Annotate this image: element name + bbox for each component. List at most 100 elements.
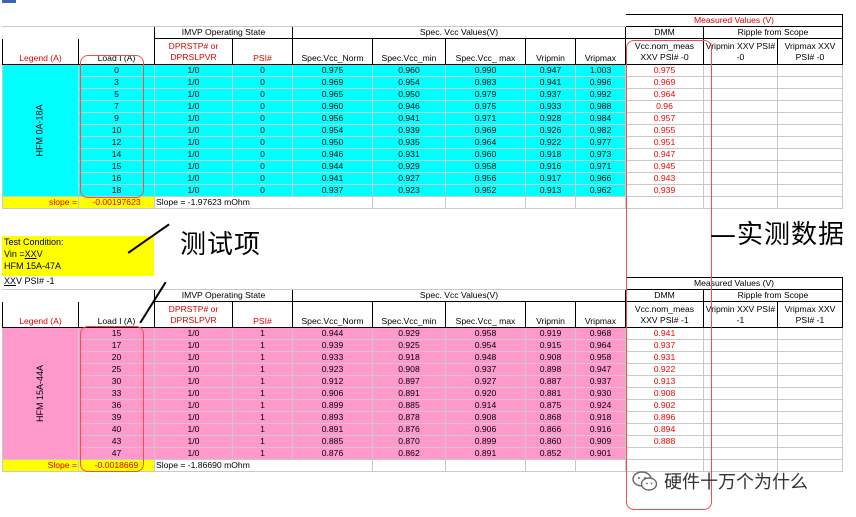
top-dmm-header: DMM <box>625 26 704 39</box>
state-cell: 1/0 <box>154 100 233 113</box>
vcc-max-cell: 0.906 <box>445 423 526 436</box>
ripple-cell <box>777 351 843 364</box>
psi-cell: 1 <box>232 387 293 400</box>
vripmin-cell: 0.908 <box>525 351 576 364</box>
top-group-row: IMVP Operating State Spec. Vcc Values(V)… <box>2 26 843 39</box>
ripple-cell <box>703 339 778 352</box>
bottom-measured-row: Measured Values (V) <box>2 277 843 290</box>
vcc-norm-cell: 0.893 <box>292 411 373 424</box>
psi-cell: 1 <box>232 327 293 340</box>
ripple-cell <box>777 184 843 197</box>
bottom-col-legend: Legend (A) <box>2 301 79 328</box>
ripple-cell <box>703 411 778 424</box>
state-cell: 1/0 <box>154 447 233 460</box>
vcc-min-cell: 0.862 <box>372 447 446 460</box>
top-slope-note: Slope = -1.97623 mOhm <box>154 196 373 209</box>
vcc-min-cell: 0.960 <box>372 64 446 77</box>
psi-cell: 1 <box>232 363 293 376</box>
vripmin-cell: 0.933 <box>525 100 576 113</box>
vcc-max-cell: 0.990 <box>445 64 526 77</box>
vripmax-cell: 0.962 <box>575 184 626 197</box>
vcc-norm-cell: 0.923 <box>292 363 373 376</box>
vcc-norm-cell: 0.960 <box>292 100 373 113</box>
ripple-cell <box>703 327 778 340</box>
ripple-cell <box>777 387 843 400</box>
vripmin-cell: 0.937 <box>525 88 576 101</box>
vripmin-cell: 0.919 <box>525 327 576 340</box>
top-col-vripmin: Vripmin <box>525 38 576 65</box>
state-cell: 1/0 <box>154 387 233 400</box>
ripple-cell <box>703 399 778 412</box>
bottom-slope-label: Slope = <box>2 459 79 472</box>
ripple-cell <box>777 411 843 424</box>
ripple-cell <box>703 136 778 149</box>
test-items-annotation: 测试项 <box>180 230 262 260</box>
bottom-col-vcc-norm: Spec.Vcc_Norm <box>292 301 373 328</box>
watermark-text: 硬件十万个为什么 <box>664 472 808 493</box>
vcc-max-cell: 0.914 <box>445 399 526 412</box>
watermark: 硬件十万个为什么 <box>632 466 842 496</box>
psi-cell: 1 <box>232 399 293 412</box>
vcc-norm-cell: 0.950 <box>292 136 373 149</box>
vcc-min-cell: 0.941 <box>372 112 446 125</box>
top-col-vcc-max: Spec.Vcc_ max <box>445 38 526 65</box>
vripmax-cell: 0.901 <box>575 447 626 460</box>
vripmax-cell: 0.958 <box>575 351 626 364</box>
vripmax-cell: 0.930 <box>575 387 626 400</box>
test-condition-title: Test Condition: <box>4 237 64 247</box>
bottom-load-highlight-box <box>80 326 144 472</box>
vcc-norm-cell: 0.965 <box>292 88 373 101</box>
vcc-min-cell: 0.946 <box>372 100 446 113</box>
vripmin-cell: 0.915 <box>525 339 576 352</box>
vripmax-cell: 0.996 <box>575 76 626 89</box>
vcc-max-cell: 0.958 <box>445 160 526 173</box>
bottom-group-row: IMVP Operating State Spec. Vcc Values(V)… <box>2 289 843 302</box>
top-col-vcc-norm: Spec.Vcc_Norm <box>292 38 373 65</box>
ripple-cell <box>703 184 778 197</box>
vcc-max-cell: 0.937 <box>445 363 526 376</box>
vcc-min-cell: 0.885 <box>372 399 446 412</box>
vcc-min-cell: 0.950 <box>372 88 446 101</box>
vcc-min-cell: 0.923 <box>372 184 446 197</box>
psi-cell: 0 <box>232 136 293 149</box>
state-cell: 1/0 <box>154 64 233 77</box>
vripmax-cell: 0.971 <box>575 160 626 173</box>
vripmin-cell: 0.875 <box>525 399 576 412</box>
psi-cell: 1 <box>232 435 293 448</box>
vcc-max-cell: 0.908 <box>445 411 526 424</box>
top-legend-label: HFM 0A-18A <box>34 104 45 157</box>
psi-cell: 0 <box>232 88 293 101</box>
psi-cell: 1 <box>232 447 293 460</box>
vcc-max-cell: 0.954 <box>445 339 526 352</box>
measured-column-highlight-box <box>626 40 712 510</box>
psi-cell: 0 <box>232 124 293 137</box>
vripmin-cell: 0.947 <box>525 64 576 77</box>
vripmin-cell: 0.941 <box>525 76 576 89</box>
bottom-col-psi: PSI# <box>232 301 293 328</box>
vcc-norm-cell: 0.939 <box>292 339 373 352</box>
vcc-min-cell: 0.939 <box>372 124 446 137</box>
vcc-max-cell: 0.964 <box>445 136 526 149</box>
wechat-icon <box>632 471 658 491</box>
bottom-legend-label: HFM 15A-44A <box>35 364 45 423</box>
vcc-norm-cell: 0.941 <box>292 172 373 185</box>
vcc-norm-cell: 0.969 <box>292 76 373 89</box>
top-col-dprstp: DPRSTP# or DPRSLPVR <box>154 38 233 65</box>
top-legend-cell: HFM 0A-18A <box>2 64 79 197</box>
state-cell: 1/0 <box>154 148 233 161</box>
ripple-cell <box>777 435 843 448</box>
bottom-spec-header: Spec. Vcc Values(V) <box>292 289 626 302</box>
state-cell: 1/0 <box>154 327 233 340</box>
ripple-cell <box>777 327 843 340</box>
ripple-cell <box>703 447 778 460</box>
psi-cell: 0 <box>232 64 293 77</box>
ripple-cell <box>703 88 778 101</box>
ripple-cell <box>703 112 778 125</box>
psi-cell: 1 <box>232 375 293 388</box>
vcc-max-cell: 0.952 <box>445 184 526 197</box>
vripmax-cell: 0.916 <box>575 423 626 436</box>
vcc-max-cell: 0.956 <box>445 172 526 185</box>
vripmin-cell: 0.922 <box>525 136 576 149</box>
ripple-cell <box>777 172 843 185</box>
vripmax-cell: 0.984 <box>575 112 626 125</box>
